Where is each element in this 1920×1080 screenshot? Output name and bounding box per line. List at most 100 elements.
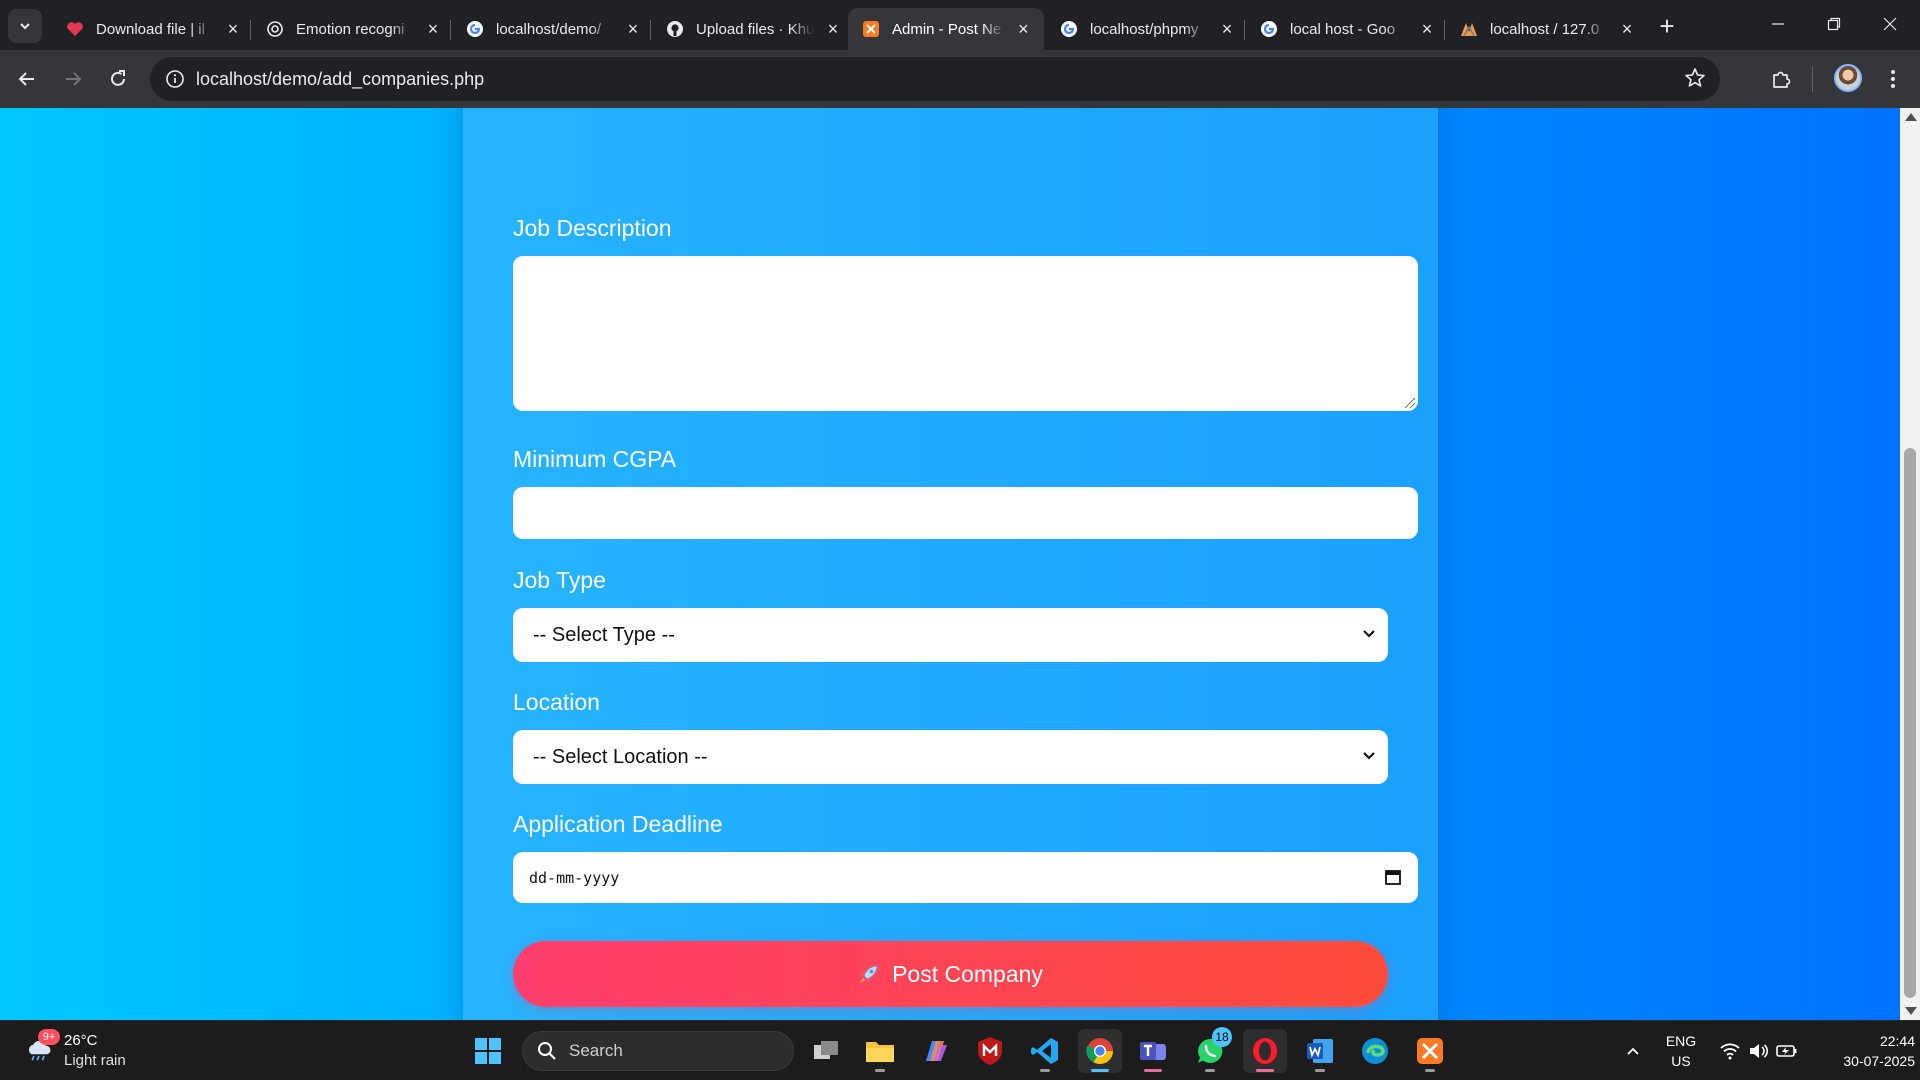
close-icon (1883, 17, 1897, 31)
tab-search-button[interactable] (8, 9, 42, 43)
weather-widget[interactable]: 9+ 26°C Light rain (20, 1029, 150, 1073)
page-scrollbar[interactable] (1900, 108, 1920, 1020)
browser-tab[interactable]: Download file | il × (52, 8, 254, 50)
copilot-icon (926, 1041, 947, 1061)
running-indicator (1256, 1069, 1274, 1072)
clock-time: 22:44 (1879, 1033, 1915, 1049)
chevron-down-icon (1363, 752, 1375, 760)
restore-button[interactable] (1806, 0, 1862, 48)
min-cgpa-label: Minimum CGPA (513, 446, 677, 472)
close-icon[interactable]: × (624, 20, 642, 38)
tab-divider (250, 20, 251, 40)
github-icon (666, 20, 684, 38)
bookmark-star-icon[interactable] (1684, 67, 1706, 94)
scroll-up-arrow[interactable] (1905, 113, 1917, 121)
browser-tab[interactable]: localhost / 127.0 × (1446, 8, 1648, 50)
tab-title: Emotion recogni (296, 20, 405, 38)
whatsapp-app[interactable]: 18 (1188, 1027, 1232, 1073)
close-window-button[interactable] (1862, 0, 1918, 48)
running-indicator (1040, 1069, 1050, 1072)
close-icon[interactable]: × (1218, 20, 1236, 38)
minimize-icon (1772, 23, 1784, 25)
browser-tab[interactable]: Upload files · Khu × (652, 8, 854, 50)
taskbar-search[interactable]: Search (522, 1031, 794, 1071)
copilot-app[interactable] (913, 1029, 957, 1073)
scroll-down-arrow[interactable] (1905, 1007, 1917, 1015)
xampp-app[interactable] (1408, 1029, 1452, 1073)
back-button[interactable] (10, 62, 44, 96)
browser-tab[interactable]: local host - Goo × (1246, 8, 1448, 50)
menu-button[interactable] (1876, 62, 1910, 96)
close-icon[interactable]: × (824, 20, 842, 38)
start-button[interactable] (466, 1029, 510, 1073)
folder-icon (866, 1042, 894, 1062)
job-description-textarea[interactable] (513, 256, 1418, 411)
browser-tab-active[interactable]: Admin - Post Ne × (848, 8, 1044, 50)
xampp-icon (862, 20, 880, 38)
browser-tab[interactable]: localhost/demo/ × (452, 8, 654, 50)
reload-icon (111, 70, 125, 86)
location-label: Location (513, 689, 600, 715)
region-code: US (1671, 1053, 1691, 1069)
edge-app[interactable] (1353, 1029, 1397, 1073)
opera-app[interactable] (1243, 1029, 1287, 1073)
browser-tab[interactable]: localhost/phpmy × (1046, 8, 1248, 50)
running-indicator (1144, 1069, 1162, 1072)
minimize-button[interactable] (1750, 0, 1806, 48)
windows-taskbar: 9+ 26°C Light rain Search 18 ENG US 22:4… (0, 1020, 1920, 1080)
close-icon[interactable]: × (224, 20, 242, 38)
chrome-app[interactable] (1078, 1029, 1122, 1073)
whatsapp-badge: 18 (1212, 1027, 1232, 1047)
post-company-form: Job Description Minimum CGPA Job Type --… (463, 108, 1438, 1020)
address-bar[interactable]: localhost/demo/add_companies.php (150, 57, 1720, 101)
job-type-selected: -- Select Type -- (533, 623, 675, 646)
tab-divider (650, 20, 651, 40)
tab-title: Admin - Post Ne (892, 20, 1002, 38)
battery-status[interactable] (1772, 1021, 1802, 1080)
resize-handle[interactable] (1405, 398, 1415, 408)
site-info-icon[interactable] (164, 68, 186, 90)
weather-condition: Light rain (64, 1052, 126, 1069)
forward-button[interactable] (56, 62, 90, 96)
system-clock[interactable]: 22:44 30-07-2025 (1805, 1031, 1915, 1071)
close-icon[interactable]: × (1015, 20, 1032, 38)
weather-temp: 26°C (64, 1032, 98, 1049)
scrollbar-thumb[interactable] (1904, 448, 1916, 998)
close-icon[interactable]: × (424, 20, 442, 38)
deadline-date-input[interactable]: dd-mm-yyyy (513, 852, 1418, 903)
task-view-button[interactable] (804, 1029, 848, 1073)
word-app[interactable] (1298, 1029, 1342, 1073)
reload-button[interactable] (101, 62, 135, 96)
profile-avatar[interactable] (1834, 64, 1862, 92)
new-tab-button[interactable]: + (1652, 12, 1682, 42)
chevron-up-icon (1627, 1047, 1639, 1055)
job-description-label: Job Description (513, 215, 672, 241)
close-icon[interactable]: × (1618, 20, 1636, 38)
volume-status[interactable] (1744, 1021, 1772, 1080)
calendar-icon[interactable] (1384, 868, 1402, 886)
wifi-status[interactable] (1715, 1021, 1745, 1080)
min-cgpa-input[interactable] (513, 487, 1418, 539)
vscode-app[interactable] (1023, 1029, 1067, 1073)
teams-app[interactable] (1131, 1029, 1175, 1073)
battery-charging-icon (1776, 1045, 1797, 1057)
task-view-icon (814, 1041, 838, 1059)
job-type-select[interactable]: -- Select Type -- (513, 608, 1388, 662)
browser-tab[interactable]: Emotion recogni × (252, 8, 454, 50)
mcafee-app[interactable] (968, 1029, 1012, 1073)
google-icon (1060, 20, 1078, 38)
show-hidden-icons-button[interactable] (1618, 1021, 1648, 1080)
url-text[interactable]: localhost/demo/add_companies.php (196, 69, 484, 90)
windows-logo-icon (475, 1038, 501, 1064)
file-explorer-app[interactable] (858, 1029, 902, 1073)
language-indicator[interactable]: ENG US (1656, 1031, 1706, 1071)
post-company-button[interactable]: Post Company (513, 941, 1388, 1007)
location-select[interactable]: -- Select Location -- (513, 730, 1388, 784)
weather-badge: 9+ (38, 1029, 60, 1045)
date-placeholder: dd-mm-yyyy (529, 868, 620, 887)
extensions-button[interactable] (1764, 62, 1798, 96)
teams-icon (1140, 1042, 1166, 1060)
wifi-icon (1720, 1043, 1740, 1060)
toolbar-divider (1812, 66, 1813, 92)
close-icon[interactable]: × (1418, 20, 1436, 38)
